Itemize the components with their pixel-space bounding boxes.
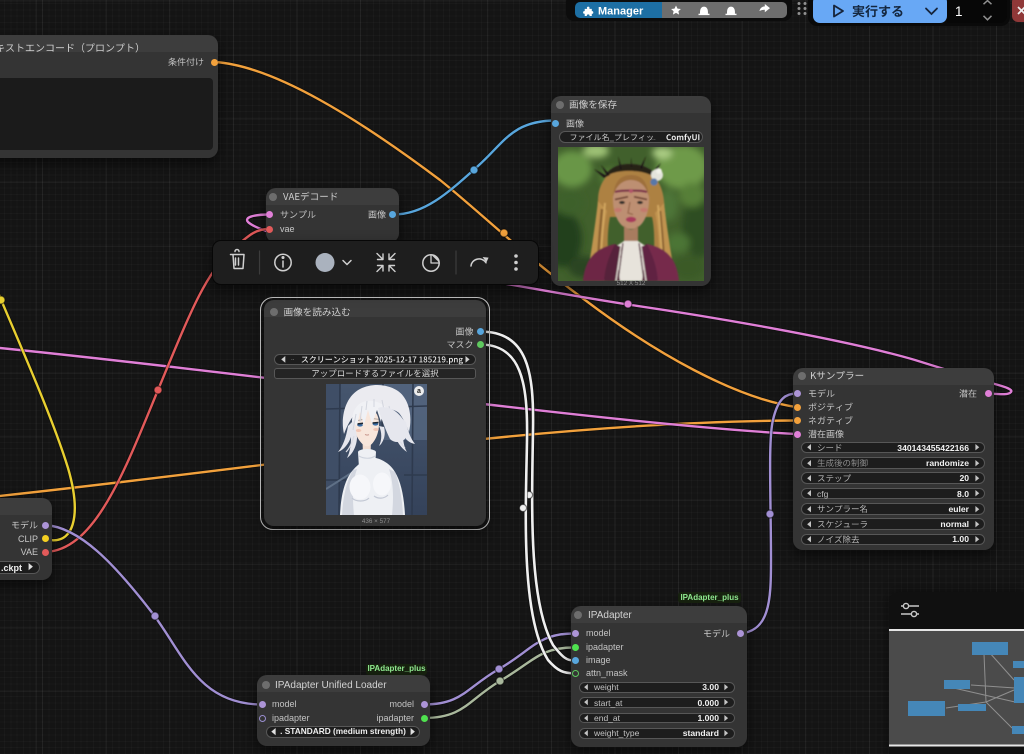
svg-text:Manager: Manager	[598, 5, 644, 17]
